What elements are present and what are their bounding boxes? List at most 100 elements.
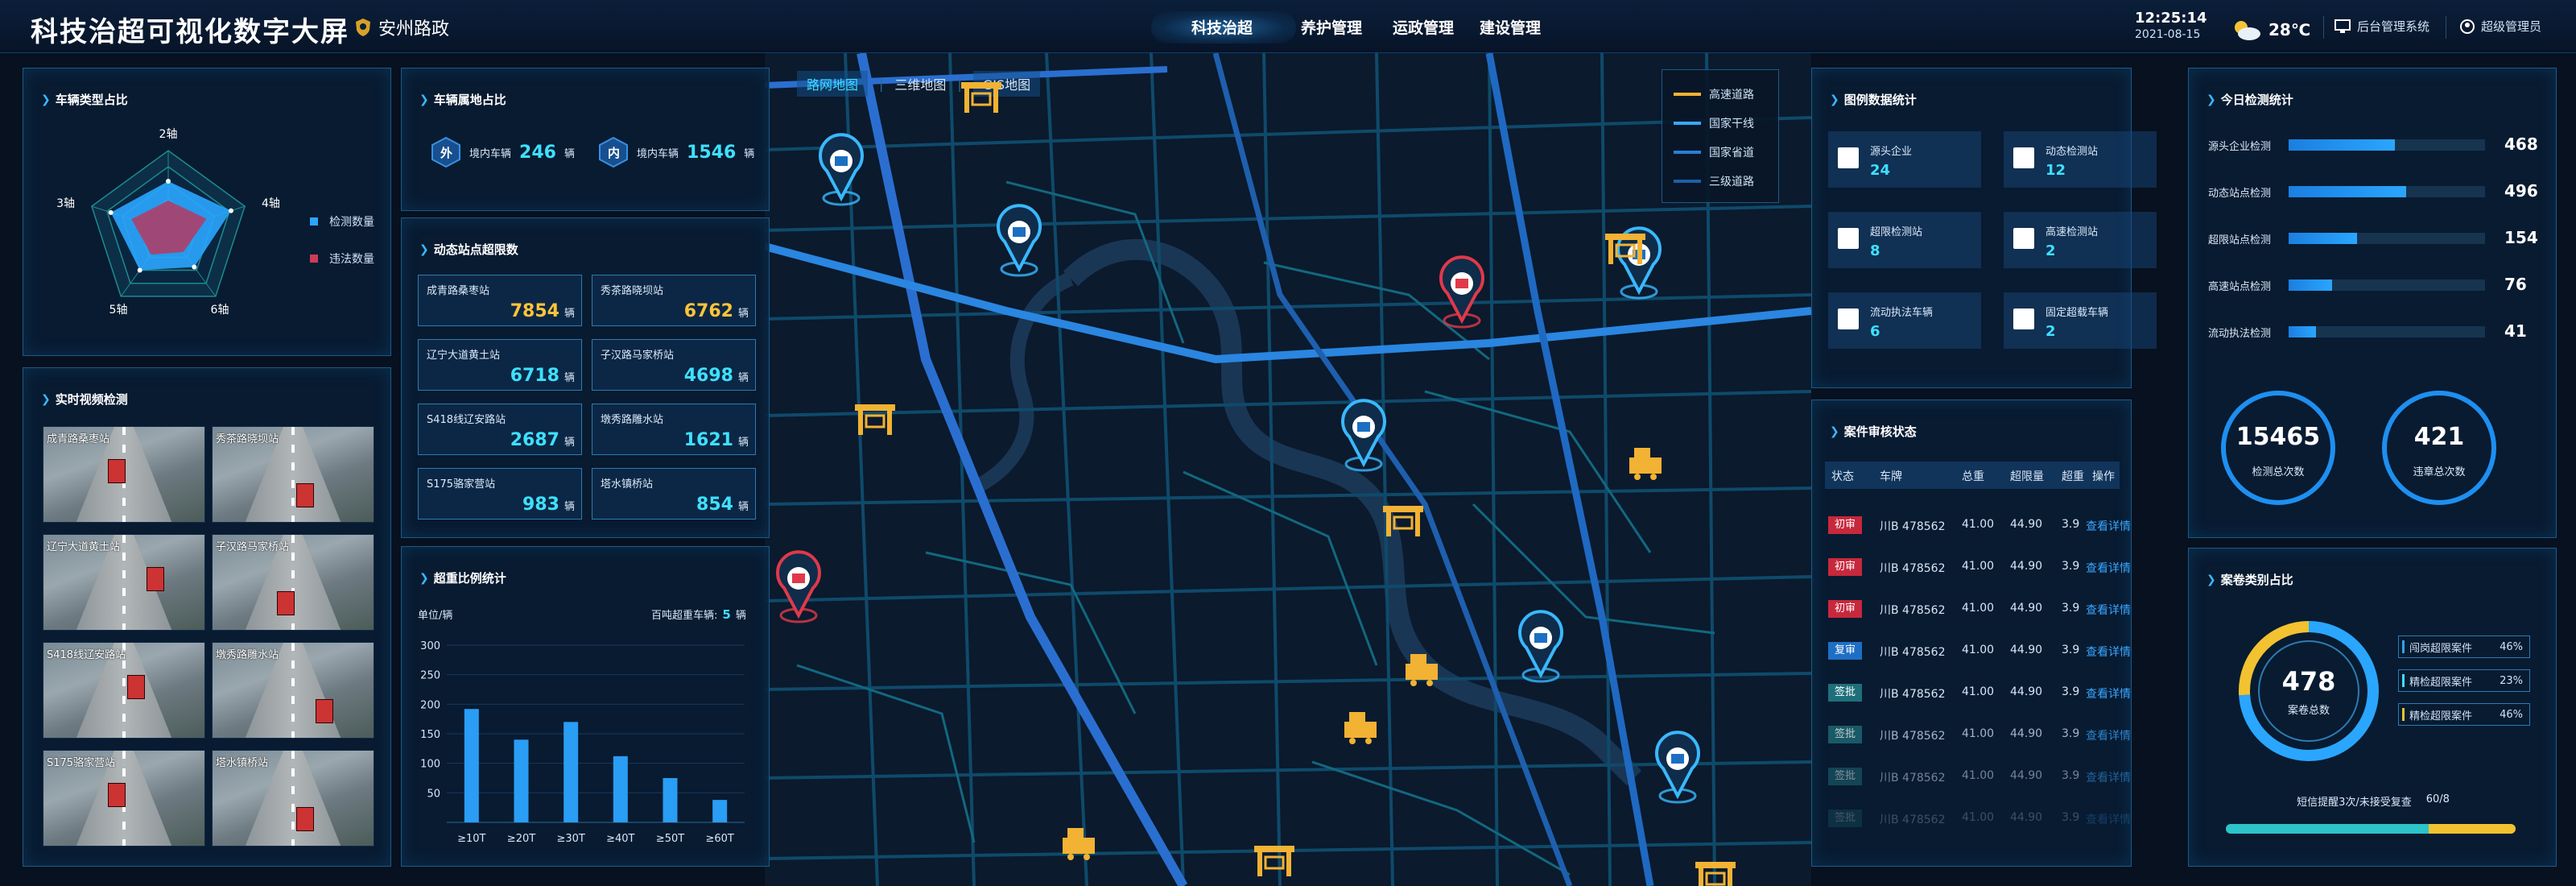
layer-label: 高速检测站	[2046, 226, 2099, 238]
table-row[interactable]: 复审 川B 478562 41.00 44.90 3.9 查看详情	[1812, 642, 2132, 666]
legend-swatch	[2402, 640, 2405, 653]
camera-feed[interactable]: 塔水镇桥站	[212, 750, 374, 847]
view-detail-link[interactable]: 查看详情	[2086, 727, 2131, 743]
weighbridge-icon[interactable]	[1406, 654, 1438, 686]
toll-gate-icon[interactable]	[961, 82, 1001, 113]
map-pin-truck[interactable]	[1439, 255, 1484, 329]
camera-feed[interactable]: 成青路桑枣站	[43, 426, 205, 523]
view-detail-link[interactable]: 查看详情	[2086, 560, 2131, 576]
over-cell: 3.9	[2062, 518, 2080, 531]
camera-feed[interactable]: S418线辽安路站	[43, 642, 205, 739]
layer-stat-card[interactable]: 超限检测站 8	[1828, 212, 1981, 268]
limit-cell: 44.90	[2010, 602, 2043, 615]
station-name: S175骆家营站	[427, 478, 496, 491]
bar[interactable]	[613, 756, 628, 822]
table-row[interactable]: 签批 川B 478562 41.00 44.90 3.9 查看详情	[1812, 726, 2132, 750]
sms-reminder-value: 60/8	[2425, 793, 2450, 805]
map-pin-car[interactable]	[1341, 399, 1386, 472]
camera-feed[interactable]: S175骆家营站	[43, 750, 205, 847]
unit: 辆	[564, 501, 575, 513]
bar[interactable]	[564, 722, 579, 822]
layer-icon	[2013, 228, 2034, 249]
user-menu[interactable]: 超级管理员	[2460, 18, 2541, 35]
bar[interactable]	[514, 739, 529, 822]
table-row[interactable]: 签批 川B 478562 41.00 44.90 3.9 查看详情	[1812, 809, 2132, 834]
station-card[interactable]: 辽宁大道黄土站 6718 辆	[418, 339, 582, 391]
panel-title: ❯ 案件审核状态	[1830, 424, 1917, 439]
map-pin-building[interactable]	[1518, 610, 1563, 683]
legend-label: 违法数量	[329, 253, 374, 266]
station-count: 2687 辆	[510, 430, 575, 450]
weighbridge-icon[interactable]	[1344, 712, 1377, 744]
view-detail-link[interactable]: 查看详情	[2086, 811, 2131, 827]
layer-stat-card[interactable]: 源头企业 24	[1828, 131, 1981, 188]
table-row[interactable]: 初审 川B 478562 41.00 44.90 3.9 查看详情	[1812, 516, 2132, 540]
panel-title: ❯ 动态站点超限数	[419, 242, 518, 257]
overweight-bar-chart: 300 250 200 150 100 50 ≥10T ≥20T ≥30T ≥40T ≥50T ≥60…	[420, 640, 745, 845]
radar-point	[137, 267, 142, 273]
bar[interactable]	[464, 709, 479, 822]
table-row[interactable]: 初审 川B 478562 41.00 44.90 3.9 查看详情	[1812, 600, 2132, 624]
lane-marking	[291, 751, 295, 846]
camera-feed[interactable]: 秀茶路晓坝站	[212, 426, 374, 523]
camera-feed[interactable]: 子汉路马家桥站	[212, 534, 374, 631]
station-card[interactable]: 成青路桑枣站 7854 辆	[418, 275, 582, 326]
station-card[interactable]: S418线辽安路站 2687 辆	[418, 404, 582, 455]
today-item-bar	[2289, 186, 2485, 197]
station-card[interactable]: 子汉路马家桥站 4698 辆	[592, 339, 756, 391]
admin-system-label: 后台管理系统	[2357, 19, 2430, 34]
station-card[interactable]: S175骆家营站 983 辆	[418, 468, 582, 520]
weighbridge-icon[interactable]	[1063, 828, 1095, 860]
layer-stat-card[interactable]: 固定超载车辆 2	[2004, 292, 2157, 349]
x-tick-label: ≥60T	[705, 833, 733, 845]
nav-tech-overload[interactable]: 科技治超	[1191, 16, 1253, 38]
view-detail-link[interactable]: 查看详情	[2086, 602, 2131, 618]
layer-stat-card[interactable]: 高速检测站 2	[2004, 212, 2157, 268]
station-card[interactable]: 墩秀路雕水站 1621 辆	[592, 404, 756, 455]
table-row[interactable]: 签批 川B 478562 41.00 44.90 3.9 查看详情	[1812, 684, 2132, 708]
layer-icon	[1838, 147, 1859, 168]
road-network-map[interactable]: 路网地图 | 三维地图 | GIS地图 高速道路 国家干线 国家省道 三级道路	[765, 53, 1811, 886]
weighbridge-icon[interactable]	[1629, 448, 1662, 480]
view-detail-link[interactable]: 查看详情	[2086, 769, 2131, 785]
layer-stat-card[interactable]: 动态检测站 12	[2004, 131, 2157, 188]
detect-total-value: 15465	[2235, 423, 2321, 451]
bar[interactable]	[712, 800, 728, 822]
nav-transport[interactable]: 运政管理	[1393, 16, 1454, 38]
layer-label: 流动执法车辆	[1870, 307, 1934, 319]
nav-construction[interactable]: 建设管理	[1480, 16, 1541, 38]
camera-feed[interactable]: 墩秀路雕水站	[212, 642, 374, 739]
camera-label: 秀茶路晓坝站	[216, 433, 279, 445]
vehicle-image	[296, 483, 314, 507]
map-pin-building[interactable]	[819, 133, 864, 206]
admin-system-link[interactable]: 后台管理系统	[2334, 18, 2429, 35]
station-card[interactable]: 塔水镇桥站 854 辆	[592, 468, 756, 520]
chevron-right-icon: ❯	[1830, 93, 1839, 106]
user-name: 超级管理员	[2481, 19, 2542, 34]
toll-gate-icon[interactable]	[855, 404, 895, 435]
map-pin-truck[interactable]	[776, 550, 821, 623]
bar[interactable]	[663, 778, 678, 822]
toll-gate-icon[interactable]	[1695, 862, 1736, 886]
view-detail-link[interactable]: 查看详情	[2086, 518, 2131, 534]
nav-maintenance[interactable]: 养护管理	[1301, 16, 1362, 38]
unit: 辆	[744, 147, 755, 160]
y-tick-label: 300	[420, 640, 440, 652]
layer-stat-card[interactable]: 流动执法车辆 6	[1828, 292, 1981, 349]
map-markers	[776, 82, 1736, 886]
limit-cell: 44.90	[2010, 685, 2043, 698]
table-row[interactable]: 签批 川B 478562 41.00 44.90 3.9 查看详情	[1812, 768, 2132, 792]
station-card[interactable]: 秀茶路晓坝站 6762 辆	[592, 275, 756, 326]
toll-gate-icon[interactable]	[1254, 846, 1294, 876]
view-detail-link[interactable]: 查看详情	[2086, 644, 2131, 660]
map-pin-car[interactable]	[997, 204, 1042, 277]
today-item-bar	[2289, 139, 2485, 151]
toll-gate-icon[interactable]	[1383, 506, 1423, 536]
camera-feed[interactable]: 辽宁大道黄土站	[43, 534, 205, 631]
map-pin-car[interactable]	[1655, 731, 1700, 804]
view-detail-link[interactable]: 查看详情	[2086, 685, 2131, 702]
table-row[interactable]: 初审 川B 478562 41.00 44.90 3.9 查看详情	[1812, 558, 2132, 582]
y-tick-label: 200	[420, 699, 440, 711]
clock-date: 2021-08-15	[2135, 28, 2201, 41]
station-count: 6762 辆	[684, 301, 749, 321]
